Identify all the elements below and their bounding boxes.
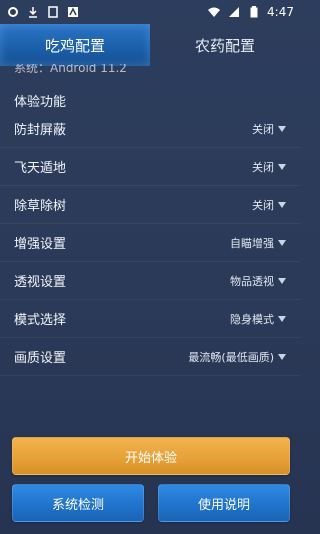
caret-down-icon — [278, 163, 286, 170]
start-button[interactable]: 开始体验 — [12, 437, 290, 475]
setting-value: 关闭 — [252, 160, 274, 174]
setting-row-enhance[interactable]: 增强设置 自瞄增强 — [0, 224, 300, 262]
tab-hok-config[interactable]: 农药配置 — [150, 24, 300, 66]
caret-down-icon — [278, 353, 286, 360]
gear-icon — [6, 5, 20, 19]
setting-value: 自瞄增强 — [230, 236, 274, 250]
setting-dropdown[interactable]: 自瞄增强 — [230, 235, 286, 251]
caret-down-icon — [278, 239, 286, 246]
setting-dropdown[interactable]: 最流畅(最低画质) — [188, 349, 286, 365]
instructions-label: 使用说明 — [197, 497, 250, 513]
status-left — [6, 5, 80, 19]
setting-label: 透视设置 — [14, 275, 67, 290]
setting-dropdown[interactable]: 物品透视 — [230, 273, 286, 289]
caret-down-icon — [278, 277, 286, 284]
setting-dropdown[interactable]: 关闭 — [252, 159, 286, 175]
tab-label: 吃鸡配置 — [44, 36, 105, 55]
setting-row-fly[interactable]: 飞天遁地 关闭 — [0, 148, 300, 186]
setting-dropdown[interactable]: 隐身模式 — [230, 311, 286, 327]
section-title: 体验功能 — [14, 95, 67, 110]
setting-row-anti-ban[interactable]: 防封屏蔽 关闭 — [0, 110, 300, 148]
setting-value: 关闭 — [252, 198, 274, 212]
status-time: 4:47 — [267, 5, 294, 19]
setting-row-remove-grass[interactable]: 除草除树 关闭 — [0, 186, 300, 224]
sim-icon — [46, 5, 60, 19]
battery-icon — [247, 5, 261, 19]
setting-value: 关闭 — [252, 122, 274, 136]
setting-label: 飞天遁地 — [14, 161, 67, 176]
system-check-button[interactable]: 系统检测 — [12, 484, 144, 522]
setting-dropdown[interactable]: 关闭 — [252, 197, 286, 213]
tab-pubg-config[interactable]: 吃鸡配置 — [0, 24, 150, 66]
setting-label: 增强设置 — [14, 237, 67, 252]
setting-label: 防封屏蔽 — [14, 123, 67, 138]
setting-dropdown[interactable]: 关闭 — [252, 121, 286, 137]
setting-row-quality[interactable]: 画质设置 最流畅(最低画质) — [0, 338, 300, 376]
tab-bar: 吃鸡配置 农药配置 — [0, 24, 300, 66]
status-bar: 4:47 — [0, 0, 300, 24]
caret-down-icon — [278, 315, 286, 322]
wifi-icon — [207, 5, 221, 19]
setting-value: 最流畅(最低画质) — [188, 350, 274, 364]
start-button-label: 开始体验 — [124, 450, 177, 466]
caret-down-icon — [278, 201, 286, 208]
setting-row-mode[interactable]: 模式选择 隐身模式 — [0, 300, 300, 338]
setting-value: 物品透视 — [230, 274, 274, 288]
setting-row-see-through[interactable]: 透视设置 物品透视 — [0, 262, 300, 300]
setting-label: 除草除树 — [14, 199, 67, 214]
instructions-button[interactable]: 使用说明 — [158, 484, 290, 522]
caret-down-icon — [278, 125, 286, 132]
app-icon — [66, 5, 80, 19]
status-right: 4:47 — [207, 5, 294, 19]
setting-label: 画质设置 — [14, 351, 67, 366]
download-icon — [26, 5, 40, 19]
setting-value: 隐身模式 — [230, 312, 274, 326]
scroll-peek-text: 系统：Android 11.2 — [14, 64, 127, 74]
tab-label: 农药配置 — [194, 36, 255, 55]
setting-label: 模式选择 — [14, 313, 67, 328]
signal-icon — [227, 5, 241, 19]
system-check-label: 系统检测 — [51, 497, 104, 513]
